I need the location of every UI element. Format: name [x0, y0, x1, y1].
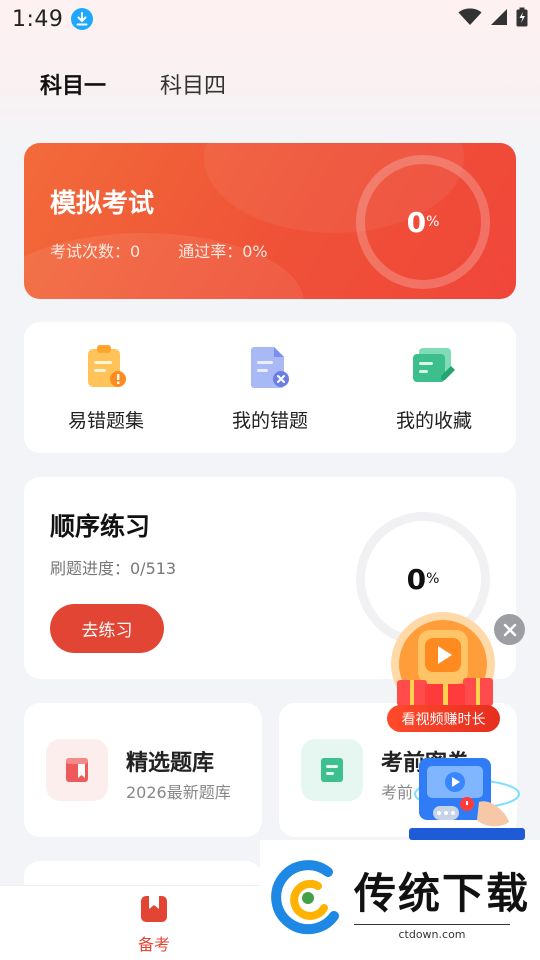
watermark-logo-icon [271, 860, 339, 935]
mock-exam-title: 模拟考试 [50, 189, 155, 219]
folder-edit-icon [410, 342, 458, 390]
wifi-icon [458, 8, 482, 30]
tab-subject-four[interactable]: 科目四 [160, 68, 226, 100]
mock-exam-stats: 考试次数：0 通过率：0% [50, 238, 268, 262]
exam-progress-ring: 0% [356, 155, 490, 289]
nav-item-prepare[interactable]: 备考 [124, 894, 184, 955]
mock-exam-card[interactable]: 模拟考试 考试次数：0 通过率：0% 0% [24, 143, 516, 299]
document-green-icon [301, 739, 363, 801]
book-bookmark-icon [139, 894, 169, 928]
close-icon [503, 623, 516, 636]
quick-action-my-mistakes[interactable]: 我的错题 [188, 322, 352, 453]
exam-count: 考试次数：0 [50, 242, 141, 261]
document-error-icon [246, 342, 294, 390]
quick-action-favorites[interactable]: 我的收藏 [352, 322, 516, 453]
status-time: 1:49 [12, 6, 64, 32]
quick-action-label: 我的收藏 [395, 410, 472, 432]
pass-rate: 通过率：0% [178, 242, 268, 261]
nav-label: 备考 [137, 935, 170, 954]
quick-actions-panel: 易错题集 我的错题 我的收藏 [24, 322, 516, 453]
download-icon [71, 8, 94, 30]
tab-subject-one[interactable]: 科目一 [40, 68, 106, 100]
subject-tabs: 科目一 科目四 [40, 68, 226, 100]
exam-percent-value: 0 [406, 205, 427, 239]
quick-action-label: 我的错题 [231, 410, 308, 432]
quick-action-label: 易错题集 [67, 410, 144, 432]
practice-percent-unit: % [426, 571, 440, 587]
signal-icon [490, 8, 508, 30]
site-watermark: 传统下载 ctdown.com [260, 840, 540, 960]
quick-action-error-prone[interactable]: 易错题集 [24, 322, 188, 453]
status-bar: 1:49 [0, 0, 540, 38]
practice-percent-value: 0 [406, 562, 427, 596]
floating-ad-label[interactable]: 看视频赚时长 [387, 705, 500, 732]
battery-icon [516, 7, 528, 31]
selected-question-bank-card[interactable]: 精选题库 2026最新题库 [24, 703, 262, 837]
clipboard-warning-icon [82, 342, 130, 390]
sequential-practice-title: 顺序练习 [50, 512, 151, 541]
watermark-title: 传统下载 [354, 869, 531, 918]
video-screen-illustration [409, 758, 525, 840]
start-practice-button[interactable]: 去练习 [50, 604, 164, 653]
watermark-url: ctdown.com [354, 924, 510, 941]
practice-progress-text: 刷题进度：0/513 [50, 559, 177, 578]
bank-title: 精选题库 [126, 751, 215, 776]
close-ad-button[interactable] [494, 614, 525, 645]
bookmark-book-icon [46, 739, 108, 801]
bank-subtitle: 2026最新题库 [126, 783, 231, 802]
exam-percent-unit: % [426, 214, 440, 230]
